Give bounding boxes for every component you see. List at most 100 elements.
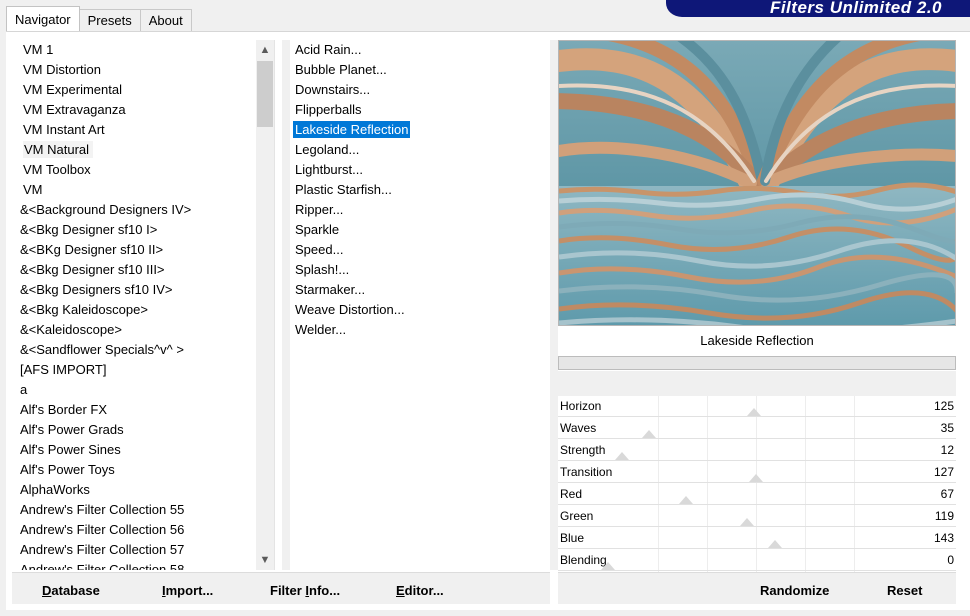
filter-item[interactable]: Weave Distortion... bbox=[290, 300, 550, 320]
category-item-label: &<Bkg Kaleidoscope> bbox=[20, 302, 148, 317]
navigator-button-bar: Database Import... Filter Info... Editor… bbox=[12, 572, 550, 604]
filter-item[interactable]: Lightburst... bbox=[290, 160, 550, 180]
preview-filter-name: Lakeside Reflection bbox=[700, 333, 814, 348]
filter-item[interactable]: Welder... bbox=[290, 320, 550, 340]
category-item[interactable]: &<Bkg Designer sf10 I> bbox=[14, 220, 256, 240]
category-item[interactable]: Andrew's Filter Collection 55 bbox=[14, 500, 256, 520]
filter-item[interactable]: Plastic Starfish... bbox=[290, 180, 550, 200]
category-item[interactable]: &<Sandflower Specials^v^ > bbox=[14, 340, 256, 360]
filter-item-label: Welder... bbox=[295, 322, 347, 337]
category-item-label: &<Bkg Designers sf10 IV> bbox=[20, 282, 173, 297]
list-divider bbox=[274, 40, 275, 570]
reset-button[interactable]: Reset bbox=[887, 583, 922, 598]
category-item-label: VM Instant Art bbox=[23, 122, 105, 137]
category-item[interactable]: &<Bkg Designers sf10 IV> bbox=[14, 280, 256, 300]
category-item[interactable]: &<Bkg Designer sf10 III> bbox=[14, 260, 256, 280]
filter-item[interactable]: Sparkle bbox=[290, 220, 550, 240]
parameter-slider-blending[interactable]: Blending 0 bbox=[558, 550, 956, 572]
category-item[interactable]: Alf's Power Toys bbox=[14, 460, 256, 480]
category-item[interactable]: Alf's Power Grads bbox=[14, 420, 256, 440]
category-item[interactable]: &<Background Designers IV> bbox=[14, 200, 256, 220]
category-item[interactable]: Alf's Border FX bbox=[14, 400, 256, 420]
tab-presets[interactable]: Presets bbox=[78, 9, 141, 31]
parameter-slider-horizon[interactable]: Horizon 125 bbox=[558, 396, 956, 418]
category-item[interactable]: VM Extravaganza bbox=[14, 100, 256, 120]
parameter-slider-blue[interactable]: Blue 143 bbox=[558, 528, 956, 550]
filter-item-label: Sparkle bbox=[295, 222, 340, 237]
category-item[interactable]: Andrew's Filter Collection 57 bbox=[14, 540, 256, 560]
category-item-label: &<Sandflower Specials^v^ > bbox=[20, 342, 184, 357]
category-item[interactable]: &<Kaleidoscope> bbox=[14, 320, 256, 340]
slider-thumb-icon[interactable] bbox=[747, 408, 762, 416]
category-item[interactable]: VM Natural bbox=[14, 140, 256, 160]
category-item[interactable]: Andrew's Filter Collection 56 bbox=[14, 520, 256, 540]
category-item[interactable]: VM 1 bbox=[14, 40, 256, 60]
slider-thumb-icon[interactable] bbox=[740, 518, 755, 526]
category-item[interactable]: VM Distortion bbox=[14, 60, 256, 80]
category-item-label: &<Bkg Designer sf10 I> bbox=[20, 222, 158, 237]
scroll-down-arrow-icon[interactable]: ▼ bbox=[256, 550, 274, 570]
category-scrollbar[interactable]: ▲ ▼ bbox=[256, 40, 274, 570]
filter-item[interactable]: Starmaker... bbox=[290, 280, 550, 300]
category-item[interactable]: Alf's Power Sines bbox=[14, 440, 256, 460]
category-item[interactable]: VM Experimental bbox=[14, 80, 256, 100]
filter-item[interactable]: Downstairs... bbox=[290, 80, 550, 100]
parameter-label: Blending bbox=[560, 553, 607, 567]
category-item[interactable]: &<Bkg Kaleidoscope> bbox=[14, 300, 256, 320]
filter-item[interactable]: Legoland... bbox=[290, 140, 550, 160]
slider-ticks bbox=[658, 506, 856, 528]
filter-item-label: Bubble Planet... bbox=[295, 62, 387, 77]
category-item[interactable]: &<BKg Designer sf10 II> bbox=[14, 240, 256, 260]
scroll-up-arrow-icon[interactable]: ▲ bbox=[256, 40, 274, 60]
preview-button-bar: Randomize Reset bbox=[558, 572, 956, 604]
slider-thumb-icon[interactable] bbox=[679, 496, 694, 504]
editor-button[interactable]: Editor... bbox=[396, 583, 444, 598]
category-item[interactable]: VM bbox=[14, 180, 256, 200]
category-item[interactable]: Andrew's Filter Collection 58 bbox=[14, 560, 256, 570]
parameter-slider-strength[interactable]: Strength 12 bbox=[558, 440, 956, 462]
tab-about[interactable]: About bbox=[139, 9, 192, 31]
filter-item[interactable]: Splash!... bbox=[290, 260, 550, 280]
parameter-label: Green bbox=[560, 509, 594, 523]
slider-thumb-icon[interactable] bbox=[601, 562, 615, 570]
slider-track bbox=[558, 570, 956, 571]
slider-thumb-icon[interactable] bbox=[768, 540, 783, 548]
category-item[interactable]: VM Toolbox bbox=[14, 160, 256, 180]
parameter-label: Blue bbox=[560, 531, 585, 545]
parameter-value: 125 bbox=[933, 399, 954, 413]
filter-item[interactable]: Ripper... bbox=[290, 200, 550, 220]
filter-item[interactable]: Speed... bbox=[290, 240, 550, 260]
category-item-label: a bbox=[20, 382, 28, 397]
category-item-label: Andrew's Filter Collection 55 bbox=[20, 502, 185, 517]
parameter-sliders: Horizon 125 Waves 35 Strength 12 Transition 127… bbox=[558, 396, 956, 572]
tab-navigator[interactable]: Navigator bbox=[6, 6, 80, 31]
filter-info-button[interactable]: Filter Info... bbox=[270, 583, 340, 598]
parameter-slider-red[interactable]: Red 67 bbox=[558, 484, 956, 506]
slider-thumb-icon[interactable] bbox=[641, 430, 656, 438]
parameter-slider-waves[interactable]: Waves 35 bbox=[558, 418, 956, 440]
category-item-label: Andrew's Filter Collection 58 bbox=[20, 562, 185, 570]
category-list[interactable]: VM 1 VM Distortion VM Experimental VM Extra… bbox=[14, 40, 256, 570]
filter-item[interactable]: Acid Rain... bbox=[290, 40, 550, 60]
parameter-slider-green[interactable]: Green 119 bbox=[558, 506, 956, 528]
category-item[interactable]: AlphaWorks bbox=[14, 480, 256, 500]
filter-list[interactable]: Acid Rain... Bubble Planet... Downstairs..… bbox=[290, 40, 550, 570]
filter-item-label: Weave Distortion... bbox=[295, 302, 405, 317]
parameter-slider-transition[interactable]: Transition 127 bbox=[558, 462, 956, 484]
category-item[interactable]: a bbox=[14, 380, 256, 400]
randomize-button[interactable]: Randomize bbox=[760, 583, 829, 598]
database-button[interactable]: Database bbox=[42, 583, 100, 598]
category-item[interactable]: VM Instant Art bbox=[14, 120, 256, 140]
import-button[interactable]: Import... bbox=[162, 583, 213, 598]
filter-item[interactable]: Bubble Planet... bbox=[290, 60, 550, 80]
scrollbar-thumb[interactable] bbox=[257, 61, 273, 127]
slider-ticks bbox=[658, 418, 856, 440]
category-item[interactable]: [AFS IMPORT] bbox=[14, 360, 256, 380]
category-item-label: VM Toolbox bbox=[23, 162, 91, 177]
parameter-value: 0 bbox=[947, 553, 954, 567]
filter-item[interactable]: Lakeside Reflection bbox=[290, 120, 550, 140]
slider-thumb-icon[interactable] bbox=[749, 474, 764, 482]
import-button-label: mport... bbox=[165, 583, 214, 598]
filter-item[interactable]: Flipperballs bbox=[290, 100, 550, 120]
slider-thumb-icon[interactable] bbox=[615, 452, 630, 460]
